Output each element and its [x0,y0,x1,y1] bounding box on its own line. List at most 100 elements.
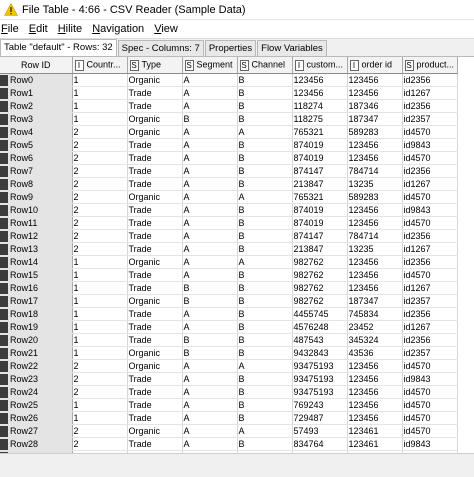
table-cell[interactable]: B [237,151,293,165]
table-cell[interactable]: A [182,398,238,412]
table-cell[interactable]: 123456 [347,372,403,386]
table-cell[interactable]: Trade [127,99,183,113]
table-cell[interactable]: B [237,138,293,152]
table-cell[interactable]: 123461 [347,437,403,451]
table-cell[interactable]: 834764 [292,437,348,451]
table-cell[interactable]: 2 [72,164,128,178]
table-cell[interactable]: Trade [127,177,183,191]
table-cell[interactable]: id1267 [402,86,458,100]
table-cell[interactable]: 23452 [347,320,403,334]
table-cell[interactable]: 123456 [347,203,403,217]
table-cell[interactable]: A [182,411,238,425]
table-cell[interactable]: A [182,320,238,334]
table-cell[interactable]: Trade [127,138,183,152]
table-cell[interactable]: 123456 [292,73,348,87]
column-header[interactable]: I Countr... [72,57,128,74]
table-row[interactable]: Row24 2 Trade A B 93475193 123456 id4570 [0,385,458,399]
table-cell[interactable]: Organic [127,73,183,87]
column-header[interactable]: S Type [127,57,183,74]
table-cell[interactable]: 729487 [292,411,348,425]
table-cell[interactable]: 487543 [292,333,348,347]
table-cell[interactable]: id4570 [402,125,458,139]
table-cell[interactable]: A [182,229,238,243]
table-cell[interactable]: A [182,151,238,165]
table-cell[interactable]: A [182,385,238,399]
table-row[interactable]: Row28 2 Trade A B 834764 123461 id9843 [0,437,458,451]
table-cell[interactable]: id1267 [402,281,458,295]
table-cell[interactable]: A [182,86,238,100]
column-header[interactable]: Iorder id [347,57,403,74]
table-cell[interactable]: 2 [72,125,128,139]
table-cell[interactable]: 765321 [292,125,348,139]
table-row[interactable]: Row18 1 Trade A B 4455745 745834 id2356 [0,307,458,321]
table-cell[interactable]: id1267 [402,320,458,334]
table-row[interactable]: Row16 1 Trade B B 982762 123456 id1267 [0,281,458,295]
table-cell[interactable]: A [182,424,238,438]
table-cell[interactable]: B [237,242,293,256]
row-id-cell[interactable]: Row23 [0,372,73,386]
table-cell[interactable]: A [182,372,238,386]
menu-file[interactable]: File [0,23,24,35]
table-cell[interactable]: 123456 [347,255,403,269]
table-cell[interactable]: 2 [72,385,128,399]
table-cell[interactable]: B [237,333,293,347]
row-id-cell[interactable]: Row16 [0,281,73,295]
table-row[interactable]: Row21 1 Organic B B 9432843 43536 id2357 [0,346,458,360]
table-cell[interactable]: 4455745 [292,307,348,321]
table-cell[interactable]: Organic [127,346,183,360]
table-cell[interactable]: Trade [127,268,183,282]
table-cell[interactable]: 123456 [347,411,403,425]
table-cell[interactable]: Organic [127,125,183,139]
table-cell[interactable]: 9432843 [292,346,348,360]
table-cell[interactable]: id4570 [402,385,458,399]
row-id-cell[interactable]: Row22 [0,359,73,373]
table-cell[interactable]: 13235 [347,242,403,256]
table-row[interactable]: Row12 2 Trade A B 874147 784714 id2356 [0,229,458,243]
table-cell[interactable]: id4570 [402,359,458,373]
table-cell[interactable]: 118274 [292,99,348,113]
table-cell[interactable]: id2356 [402,255,458,269]
table-row[interactable]: Row11 2 Trade A B 874019 123456 id4570 [0,216,458,230]
table-cell[interactable]: 213847 [292,242,348,256]
table-cell[interactable]: 1 [72,333,128,347]
table-row[interactable]: Row19 1 Trade A B 4576248 23452 id1267 [0,320,458,334]
table-cell[interactable]: A [237,424,293,438]
row-id-cell[interactable]: Row4 [0,125,73,139]
table-cell[interactable]: 123456 [347,73,403,87]
row-id-cell[interactable]: Row5 [0,138,73,152]
table-cell[interactable]: B [237,112,293,126]
table-cell[interactable]: B [237,86,293,100]
table-row[interactable]: Row3 1 Organic B B 118275 187347 id2357 [0,112,458,126]
table-cell[interactable]: A [237,190,293,204]
table-cell[interactable]: 874019 [292,151,348,165]
row-id-cell[interactable]: Row19 [0,320,73,334]
table-cell[interactable]: 123456 [347,216,403,230]
row-id-cell[interactable]: Row12 [0,229,73,243]
table-row[interactable]: Row2 1 Trade A B 118274 187346 id2356 [0,99,458,113]
table-cell[interactable]: Trade [127,411,183,425]
table-cell[interactable]: 13235 [347,177,403,191]
table-cell[interactable]: 874019 [292,138,348,152]
table-cell[interactable]: B [182,346,238,360]
table-row[interactable]: Row15 1 Trade A B 982762 123456 id4570 [0,268,458,282]
table-row[interactable]: Row17 1 Organic B B 982762 187347 id2357 [0,294,458,308]
table-cell[interactable]: 2 [72,138,128,152]
table-cell[interactable]: id2356 [402,333,458,347]
table-cell[interactable]: 2 [72,203,128,217]
table-cell[interactable]: Organic [127,190,183,204]
table-cell[interactable]: id2357 [402,346,458,360]
table-cell[interactable]: B [237,281,293,295]
table-cell[interactable]: Trade [127,320,183,334]
table-cell[interactable]: 1 [72,255,128,269]
table-cell[interactable]: 93475193 [292,359,348,373]
table-cell[interactable]: 982762 [292,294,348,308]
table-cell[interactable]: 1 [72,86,128,100]
table-cell[interactable]: 123456 [347,151,403,165]
table-cell[interactable]: 1 [72,294,128,308]
row-id-cell[interactable]: Row17 [0,294,73,308]
table-cell[interactable]: 345324 [347,333,403,347]
table-cell[interactable]: A [237,359,293,373]
table-cell[interactable]: 123456 [292,86,348,100]
row-id-cell[interactable]: Row28 [0,437,73,451]
row-id-cell[interactable]: Row9 [0,190,73,204]
